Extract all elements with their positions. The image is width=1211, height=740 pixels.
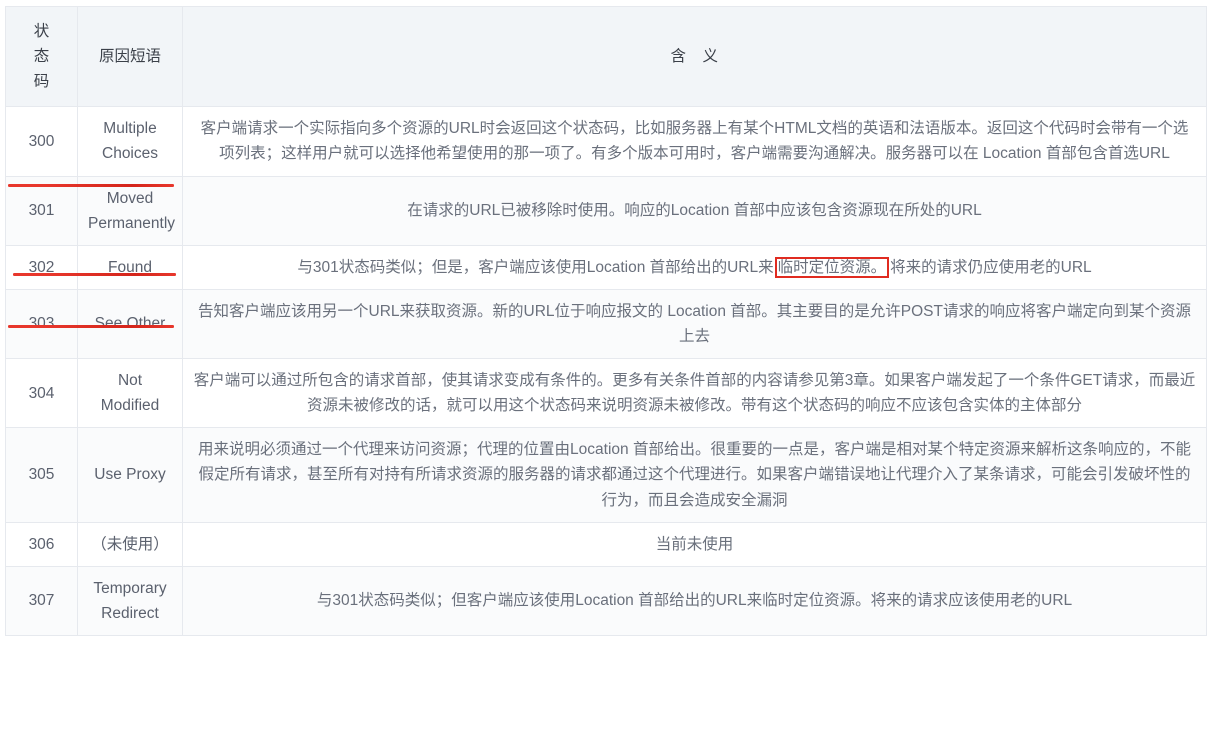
reason-line: Multiple	[103, 120, 157, 138]
column-header-status-code: 状 态 码	[5, 5, 78, 108]
table-header-row: 状 态 码 原因短语 含义	[5, 5, 1207, 108]
meaning-text-before-highlight: 与301状态码类似；但是，客户端应该使用Location 首部给出的URL来	[297, 258, 774, 276]
cell-status-code: 300	[5, 106, 78, 177]
table-row: 305 Use Proxy 用来说明必须通过一个代理来访问资源；代理的位置由Lo…	[5, 427, 1207, 523]
cell-status-code: 306	[5, 521, 78, 567]
cell-status-code: 305	[5, 427, 78, 523]
cell-reason-phrase: Temporary Redirect	[77, 565, 183, 636]
cell-status-code: 303	[5, 288, 78, 360]
reason-line: Redirect	[101, 604, 159, 622]
table-row: 304 Not Modified 客户端可以通过所包含的请求首部，使其请求变成有…	[5, 358, 1207, 429]
cell-status-code: 304	[5, 358, 78, 429]
reason-line: Permanently	[88, 214, 176, 232]
reason-line: Temporary	[93, 579, 167, 597]
cell-meaning: 当前未使用	[182, 521, 1207, 567]
table-row: 301 Moved Permanently 在请求的URL已被移除时使用。响应的…	[5, 175, 1207, 246]
status-code-char-1: 状	[33, 23, 50, 40]
table-row: 300 Multiple Choices 客户端请求一个实际指向多个资源的URL…	[5, 106, 1207, 177]
column-header-reason-phrase: 原因短语	[77, 5, 183, 108]
cell-meaning: 在请求的URL已被移除时使用。响应的Location 首部中应该包含资源现在所处…	[182, 175, 1207, 246]
cell-reason-phrase: Multiple Choices	[77, 106, 183, 177]
cell-status-code: 307	[5, 565, 78, 636]
status-code-table-container: 状 态 码 原因短语 含义 300 Multiple Choices 客户端请求…	[0, 0, 1211, 636]
cell-status-code: 302	[5, 244, 78, 290]
cell-meaning: 告知客户端应该用另一个URL来获取资源。新的URL位于响应报文的 Locatio…	[182, 288, 1207, 360]
table-header: 状 态 码 原因短语 含义	[5, 5, 1207, 108]
meaning-text-after-highlight: 将来的请求仍应使用老的URL	[890, 258, 1092, 276]
cell-reason-phrase: See Other	[77, 288, 183, 360]
cell-reason-phrase: Moved Permanently	[77, 175, 183, 246]
table-row: 306 （未使用） 当前未使用	[5, 521, 1207, 567]
status-code-char-2: 态	[33, 48, 50, 66]
cell-meaning: 客户端请求一个实际指向多个资源的URL时会返回这个状态码，比如服务器上有某个HT…	[182, 106, 1207, 177]
cell-reason-phrase: Not Modified	[77, 358, 183, 429]
highlighted-phrase-box: 临时定位资源。	[774, 256, 890, 278]
meaning-header-char-2: 义	[702, 48, 719, 66]
status-code-char-3: 码	[33, 73, 50, 91]
table-row: 307 Temporary Redirect 与301状态码类似；但客户端应该使…	[5, 565, 1207, 636]
cell-meaning: 客户端可以通过所包含的请求首部，使其请求变成有条件的。更多有关条件首部的内容请参…	[182, 358, 1207, 429]
table-row: 303 See Other 告知客户端应该用另一个URL来获取资源。新的URL位…	[5, 288, 1207, 360]
cell-meaning: 用来说明必须通过一个代理来访问资源；代理的位置由Location 首部给出。很重…	[182, 427, 1207, 523]
reason-line: Moved	[106, 189, 154, 207]
cell-meaning: 与301状态码类似；但是，客户端应该使用Location 首部给出的URL来 临时…	[182, 244, 1207, 290]
cell-meaning: 与301状态码类似；但客户端应该使用Location 首部给出的URL来临时定位…	[182, 565, 1207, 636]
table-row: 302 Found 与301状态码类似；但是，客户端应该使用Location 首…	[5, 244, 1207, 290]
column-header-meaning: 含义	[182, 5, 1207, 108]
cell-reason-phrase: （未使用）	[77, 521, 183, 567]
cell-reason-phrase: Use Proxy	[77, 427, 183, 523]
cell-reason-phrase: Found	[77, 244, 183, 290]
http-status-code-table: 状 态 码 原因短语 含义 300 Multiple Choices 客户端请求…	[5, 5, 1207, 636]
meaning-header-char-1: 含	[670, 48, 687, 66]
reason-line: Choices	[102, 145, 158, 163]
table-body: 300 Multiple Choices 客户端请求一个实际指向多个资源的URL…	[5, 106, 1207, 636]
cell-status-code: 301	[5, 175, 78, 246]
